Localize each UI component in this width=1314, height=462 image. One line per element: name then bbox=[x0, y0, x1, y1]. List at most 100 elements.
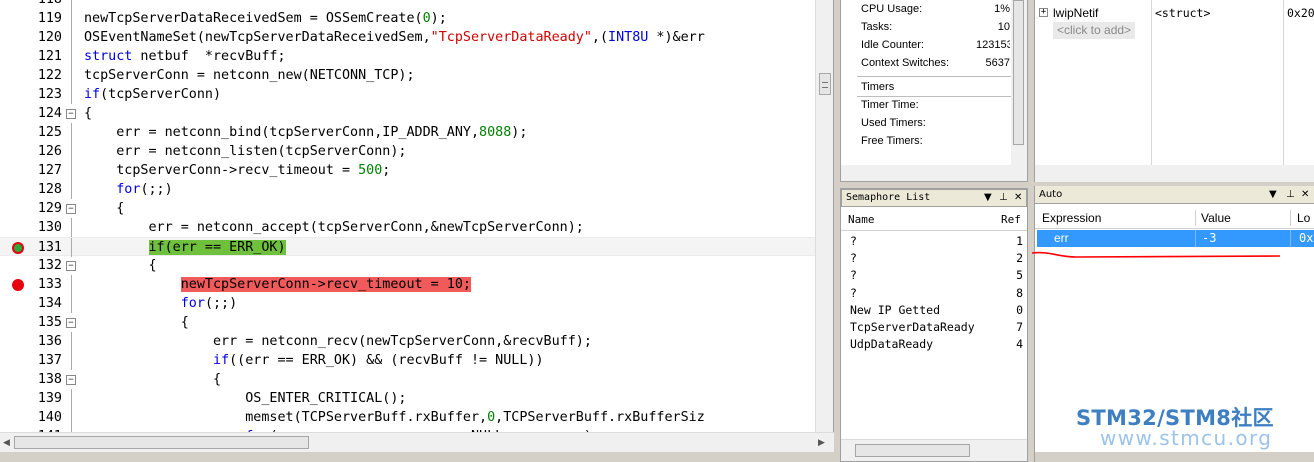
code-text[interactable]: { bbox=[84, 313, 189, 332]
code-editor[interactable]: 118 119 newTcpServerDataReceivedSem = OSSe… bbox=[0, 0, 834, 462]
pin-icon[interactable]: ⊥ bbox=[1286, 186, 1295, 203]
scroll-left-arrow-icon[interactable]: ◀ bbox=[3, 437, 10, 448]
editor-horizontal-scrollbar[interactable]: ◀ ▶ bbox=[0, 432, 834, 452]
code-line[interactable]: 131 if(err == ERR_OK) bbox=[0, 237, 815, 257]
code-line[interactable]: 126 err = netconn_listen(tcpServerConn); bbox=[0, 142, 815, 161]
code-line[interactable]: 120 OSEventNameSet(newTcpServerDataReceiv… bbox=[0, 28, 815, 47]
code-line[interactable]: 122 tcpServerConn = netconn_new(NETCONN_T… bbox=[0, 66, 815, 85]
code-lines[interactable]: 118 119 newTcpServerDataReceivedSem = OSSe… bbox=[0, 0, 815, 432]
code-text[interactable]: memset(TCPServerBuff.rxBuffer,0,TCPServe… bbox=[84, 408, 705, 427]
code-text[interactable]: newTcpServerConn->recv_timeout = 10; bbox=[84, 275, 471, 294]
fold-guide bbox=[71, 218, 72, 237]
fold-collapse-icon[interactable]: − bbox=[66, 204, 76, 214]
click-to-add-placeholder[interactable]: <click to add> bbox=[1053, 22, 1136, 39]
expand-plus-icon[interactable]: + bbox=[1039, 8, 1048, 17]
watermark-url: www.stmcu.org bbox=[1100, 426, 1273, 450]
code-line[interactable]: 132− { bbox=[0, 256, 815, 275]
code-line[interactable]: 127 tcpServerConn->recv_timeout = 500; bbox=[0, 161, 815, 180]
code-text[interactable]: tcpServerConn->recv_timeout = 500; bbox=[84, 161, 390, 180]
watch-row[interactable]: + lwipNetif <struct> 0x20 bbox=[1035, 5, 1314, 22]
semaphore-row[interactable]: ? 2 bbox=[841, 250, 1027, 267]
code-line[interactable]: 123 if(tcpServerConn) bbox=[0, 85, 815, 104]
code-line[interactable]: 118 bbox=[0, 0, 815, 9]
code-line[interactable]: 119 newTcpServerDataReceivedSem = OSSemCr… bbox=[0, 9, 815, 28]
code-line[interactable]: 136 err = netconn_recv(newTcpServerConn,… bbox=[0, 332, 815, 351]
section-divider bbox=[857, 76, 1011, 77]
editor-vertical-scrollbar[interactable] bbox=[815, 0, 833, 432]
code-line[interactable]: 135− { bbox=[0, 313, 815, 332]
close-icon[interactable]: ✕ bbox=[1301, 186, 1309, 203]
semaphore-row[interactable]: New IP Getted 0 bbox=[841, 302, 1027, 319]
column-header-location[interactable]: Lo bbox=[1297, 207, 1310, 229]
code-text[interactable]: if(tcpServerConn) bbox=[84, 85, 221, 104]
column-header-expression[interactable]: Expression bbox=[1042, 207, 1101, 229]
system-horizontal-scrollbar[interactable] bbox=[841, 165, 1027, 181]
fold-collapse-icon[interactable]: − bbox=[66, 318, 76, 328]
semaphore-row[interactable]: ? 8 bbox=[841, 285, 1027, 302]
semaphore-row[interactable]: ? 1 bbox=[841, 233, 1027, 250]
fold-collapse-icon[interactable]: − bbox=[66, 109, 76, 119]
watch-add-row[interactable]: <click to add> bbox=[1035, 22, 1314, 39]
code-line[interactable]: 125 err = netconn_bind(tcpServerConn,IP_… bbox=[0, 123, 815, 142]
code-text[interactable]: tcpServerConn = netconn_new(NETCONN_TCP)… bbox=[84, 66, 415, 85]
dropdown-arrow-icon[interactable]: ▼ bbox=[1269, 186, 1277, 203]
code-line[interactable]: 133 newTcpServerConn->recv_timeout = 10; bbox=[0, 275, 815, 294]
close-icon[interactable]: ✕ bbox=[1014, 190, 1022, 206]
code-line[interactable]: 129− { bbox=[0, 199, 815, 218]
code-text[interactable]: { bbox=[84, 256, 156, 275]
fold-guide bbox=[71, 47, 72, 66]
fold-collapse-icon[interactable]: − bbox=[66, 375, 76, 385]
code-token: OSEventNameSet(newTcpServerDataReceivedS… bbox=[84, 30, 431, 45]
line-number: 131 bbox=[37, 240, 62, 255]
code-text[interactable]: { bbox=[84, 370, 221, 389]
semaphore-horizontal-scroll-thumb[interactable] bbox=[855, 444, 970, 457]
system-vertical-scrollbar[interactable] bbox=[1011, 0, 1027, 165]
code-text[interactable]: OSEventNameSet(newTcpServerDataReceivedS… bbox=[84, 28, 705, 47]
semaphore-row[interactable]: TcpServerDataReady 7 bbox=[841, 319, 1027, 336]
pin-icon[interactable]: ⊥ bbox=[999, 190, 1008, 206]
code-line[interactable]: 128 for(;;) bbox=[0, 180, 815, 199]
code-line[interactable]: 130 err = netconn_accept(tcpServerConn,&… bbox=[0, 218, 815, 237]
code-text[interactable]: newTcpServerDataReceivedSem = OSSemCreat… bbox=[84, 9, 447, 28]
code-line[interactable]: 140 memset(TCPServerBuff.rxBuffer,0,TCPS… bbox=[0, 408, 815, 427]
code-text[interactable]: err = netconn_bind(tcpServerConn,IP_ADDR… bbox=[84, 123, 527, 142]
column-header-name[interactable]: Name bbox=[848, 209, 875, 231]
code-token: err = netconn_bind(tcpServerConn,IP_ADDR… bbox=[84, 125, 480, 140]
code-line[interactable]: 121 struct netbuf *recvBuff; bbox=[0, 47, 815, 66]
fold-guide bbox=[71, 66, 72, 85]
code-text[interactable]: { bbox=[84, 199, 124, 218]
auto-panel-titlebar[interactable]: Auto ▼ ⊥ ✕ bbox=[1035, 186, 1314, 204]
fold-guide bbox=[71, 389, 72, 408]
fold-collapse-icon[interactable]: − bbox=[66, 261, 76, 271]
editor-vertical-scroll-thumb[interactable] bbox=[819, 73, 831, 95]
code-text[interactable]: for(;;) bbox=[84, 180, 172, 199]
code-text[interactable]: err = netconn_accept(tcpServerConn,&newT… bbox=[84, 218, 583, 237]
code-line[interactable]: 134 for(;;) bbox=[0, 294, 815, 313]
code-text[interactable]: { bbox=[84, 104, 92, 123]
line-number: 130 bbox=[37, 220, 62, 235]
code-line[interactable]: 139 OS_ENTER_CRITICAL(); bbox=[0, 389, 815, 408]
watch-horizontal-scrollbar[interactable] bbox=[1035, 165, 1314, 182]
scroll-right-arrow-icon[interactable]: ▶ bbox=[818, 437, 825, 448]
code-text[interactable]: for(;;) bbox=[84, 294, 237, 313]
column-header-ref[interactable]: Ref bbox=[1001, 209, 1021, 231]
semaphore-horizontal-scrollbar[interactable] bbox=[841, 439, 1027, 461]
code-text[interactable]: struct netbuf *recvBuff; bbox=[84, 47, 286, 66]
code-text[interactable]: err = netconn_recv(newTcpServerConn,&rec… bbox=[84, 332, 592, 351]
semaphore-row[interactable]: ? 5 bbox=[841, 267, 1027, 284]
column-divider bbox=[1290, 210, 1291, 226]
column-header-value[interactable]: Value bbox=[1201, 207, 1231, 229]
semaphore-row[interactable]: UdpDataReady 4 bbox=[841, 336, 1027, 353]
dropdown-arrow-icon[interactable]: ▼ bbox=[984, 190, 992, 206]
system-vertical-scroll-thumb[interactable] bbox=[1013, 0, 1024, 145]
code-text[interactable]: if(err == ERR_OK) bbox=[84, 238, 286, 257]
auto-variable-row-selected[interactable]: err -3 0x bbox=[1037, 230, 1314, 247]
code-text[interactable]: OS_ENTER_CRITICAL(); bbox=[84, 389, 406, 408]
code-line[interactable]: 124−{ bbox=[0, 104, 815, 123]
code-text[interactable]: err = netconn_listen(tcpServerConn); bbox=[84, 142, 406, 161]
semaphore-panel-titlebar[interactable]: Semaphore List ▼ ⊥ ✕ bbox=[841, 189, 1027, 207]
code-text[interactable]: if((err == ERR_OK) && (recvBuff != NULL)… bbox=[84, 351, 544, 370]
code-line[interactable]: 138− { bbox=[0, 370, 815, 389]
editor-horizontal-scroll-thumb[interactable] bbox=[14, 436, 309, 449]
code-line[interactable]: 137 if((err == ERR_OK) && (recvBuff != N… bbox=[0, 351, 815, 370]
